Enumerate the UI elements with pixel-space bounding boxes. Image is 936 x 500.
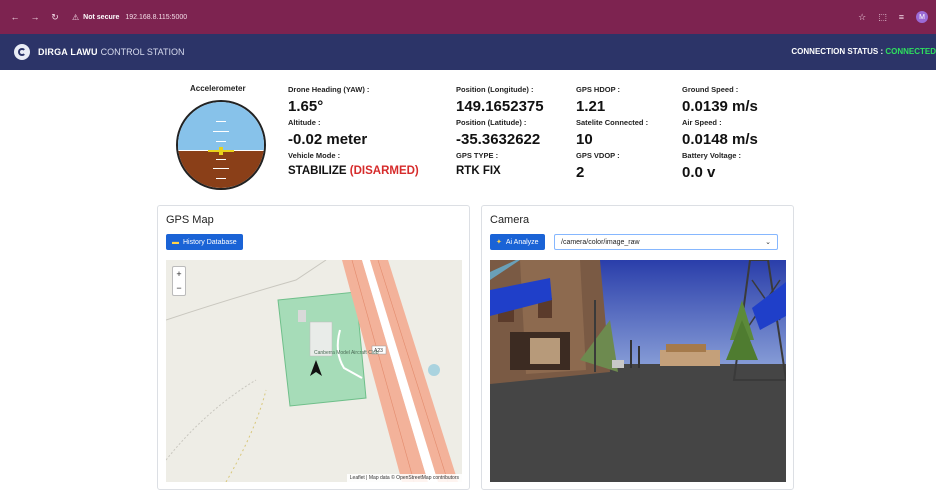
camera-title: Camera	[490, 214, 530, 226]
extensions-icon[interactable]: ⬚	[878, 12, 887, 23]
artificial-horizon	[176, 100, 266, 190]
browser-toolbar: ← → ↻ ⚠ Not secure 192.168.8.115:5000 ☆ …	[0, 0, 936, 34]
address-bar[interactable]: ⚠ Not secure 192.168.8.115:5000	[72, 8, 187, 26]
camera-topic-select[interactable]: /camera/color/image_raw ⌄	[554, 234, 778, 250]
camera-image	[490, 260, 786, 482]
telemetry-col-gps: GPS HDOP : 1.21 Satelite Connected : 10 …	[576, 84, 648, 183]
zoom-control[interactable]: + −	[172, 266, 186, 296]
vdop-value: 2	[576, 164, 585, 181]
history-database-button[interactable]: ▬ History Database	[166, 234, 243, 250]
telemetry-col-position: Position (Longitude) : 149.1652375 Posit…	[456, 84, 544, 180]
profile-avatar[interactable]: M	[916, 11, 928, 23]
reload-icon[interactable]: ↻	[48, 10, 62, 24]
gps-map-card: GPS Map ▬ History Database A23 Canberra …	[157, 205, 470, 490]
vehicle-mode-label: Vehicle Mode :	[288, 151, 341, 160]
brand-subtitle: CONTROL STATION	[100, 47, 185, 57]
camera-topic-value: /camera/color/image_raw	[561, 238, 640, 246]
gps-type-label: GPS TYPE :	[456, 151, 499, 160]
gps-map-title: GPS Map	[166, 214, 214, 226]
hdop-label: GPS HDOP :	[576, 85, 621, 94]
battery-label: Battery Voltage :	[682, 151, 742, 160]
app-navbar: DIRGA LAWU CONTROL STATION CONNECTION ST…	[0, 34, 936, 70]
zoom-out-button[interactable]: −	[173, 281, 185, 295]
airport-label: Canberra Model Aircraft Club	[314, 350, 379, 356]
satellite-value: 10	[576, 131, 593, 148]
hdop-value: 1.21	[576, 98, 606, 115]
telemetry-col-speed: Ground Speed : 0.0139 m/s Air Speed : 0.…	[682, 84, 758, 183]
sparkle-icon: ✦	[496, 239, 502, 246]
battery-value: 0.0 v	[682, 164, 716, 181]
ai-analyze-button[interactable]: ✦ Ai Analyze	[490, 234, 545, 250]
connection-status-label: CONNECTION STATUS :	[791, 47, 886, 56]
telemetry-panel: Accelerometer Drone Heading (YAW) : 1.65…	[0, 70, 936, 200]
gps-type-value: RTK FIX	[456, 165, 501, 177]
heading-value: 1.65°	[288, 98, 324, 115]
vdop-label: GPS VDOP :	[576, 151, 620, 160]
ground-speed-value: 0.0139 m/s	[682, 98, 758, 115]
camera-card: Camera ✦ Ai Analyze /camera/color/image_…	[481, 205, 794, 490]
longitude-value: 149.1652375	[456, 98, 544, 115]
heading-label: Drone Heading (YAW) :	[288, 85, 370, 94]
camera-feed	[490, 260, 786, 482]
history-database-label: History Database	[183, 238, 237, 246]
ground-speed-label: Ground Speed :	[682, 85, 739, 94]
longitude-label: Position (Longitude) :	[456, 85, 534, 94]
accelerometer-title: Accelerometer	[190, 84, 246, 93]
latitude-value: -35.3632622	[456, 131, 541, 148]
map-tiles: A23 Canberra Model Aircraft Club	[166, 260, 462, 482]
map-attribution[interactable]: Leaflet | Map data © OpenStreetMap contr…	[346, 474, 462, 482]
latitude-label: Position (Latitude) :	[456, 118, 527, 127]
database-icon: ▬	[172, 238, 179, 246]
not-secure-label: Not secure	[83, 13, 120, 21]
star-icon[interactable]: ☆	[858, 12, 866, 23]
url-text: 192.168.8.115:5000	[125, 13, 188, 21]
media-icon[interactable]: ≡	[899, 12, 904, 22]
altitude-label: Altitude :	[288, 118, 321, 127]
zoom-in-button[interactable]: +	[173, 267, 185, 281]
telemetry-col-heading: Drone Heading (YAW) : 1.65° Altitude : -…	[288, 84, 419, 180]
connection-status: CONNECTION STATUS : CONNECTED	[791, 47, 936, 56]
air-speed-value: 0.0148 m/s	[682, 131, 758, 148]
vehicle-mode-row: STABILIZE (DISARMED)	[288, 162, 419, 180]
altitude-value: -0.02 meter	[288, 131, 368, 148]
satellite-label: Satelite Connected :	[576, 118, 649, 127]
warning-icon: ⚠	[72, 12, 80, 22]
vehicle-mode-value: STABILIZE	[288, 165, 347, 177]
forward-icon[interactable]: →	[28, 10, 42, 24]
map-view[interactable]: A23 Canberra Model Aircraft Club + − Lea…	[166, 260, 462, 482]
connection-status-value: CONNECTED	[885, 47, 936, 56]
air-speed-label: Air Speed :	[682, 118, 722, 127]
brand-name: DIRGA LAWU	[38, 47, 98, 57]
back-icon[interactable]: ←	[8, 10, 22, 24]
chevron-down-icon: ⌄	[765, 239, 771, 246]
armed-state: (DISARMED)	[349, 165, 419, 177]
logo-icon	[14, 44, 30, 60]
ai-analyze-label: Ai Analyze	[505, 238, 539, 246]
